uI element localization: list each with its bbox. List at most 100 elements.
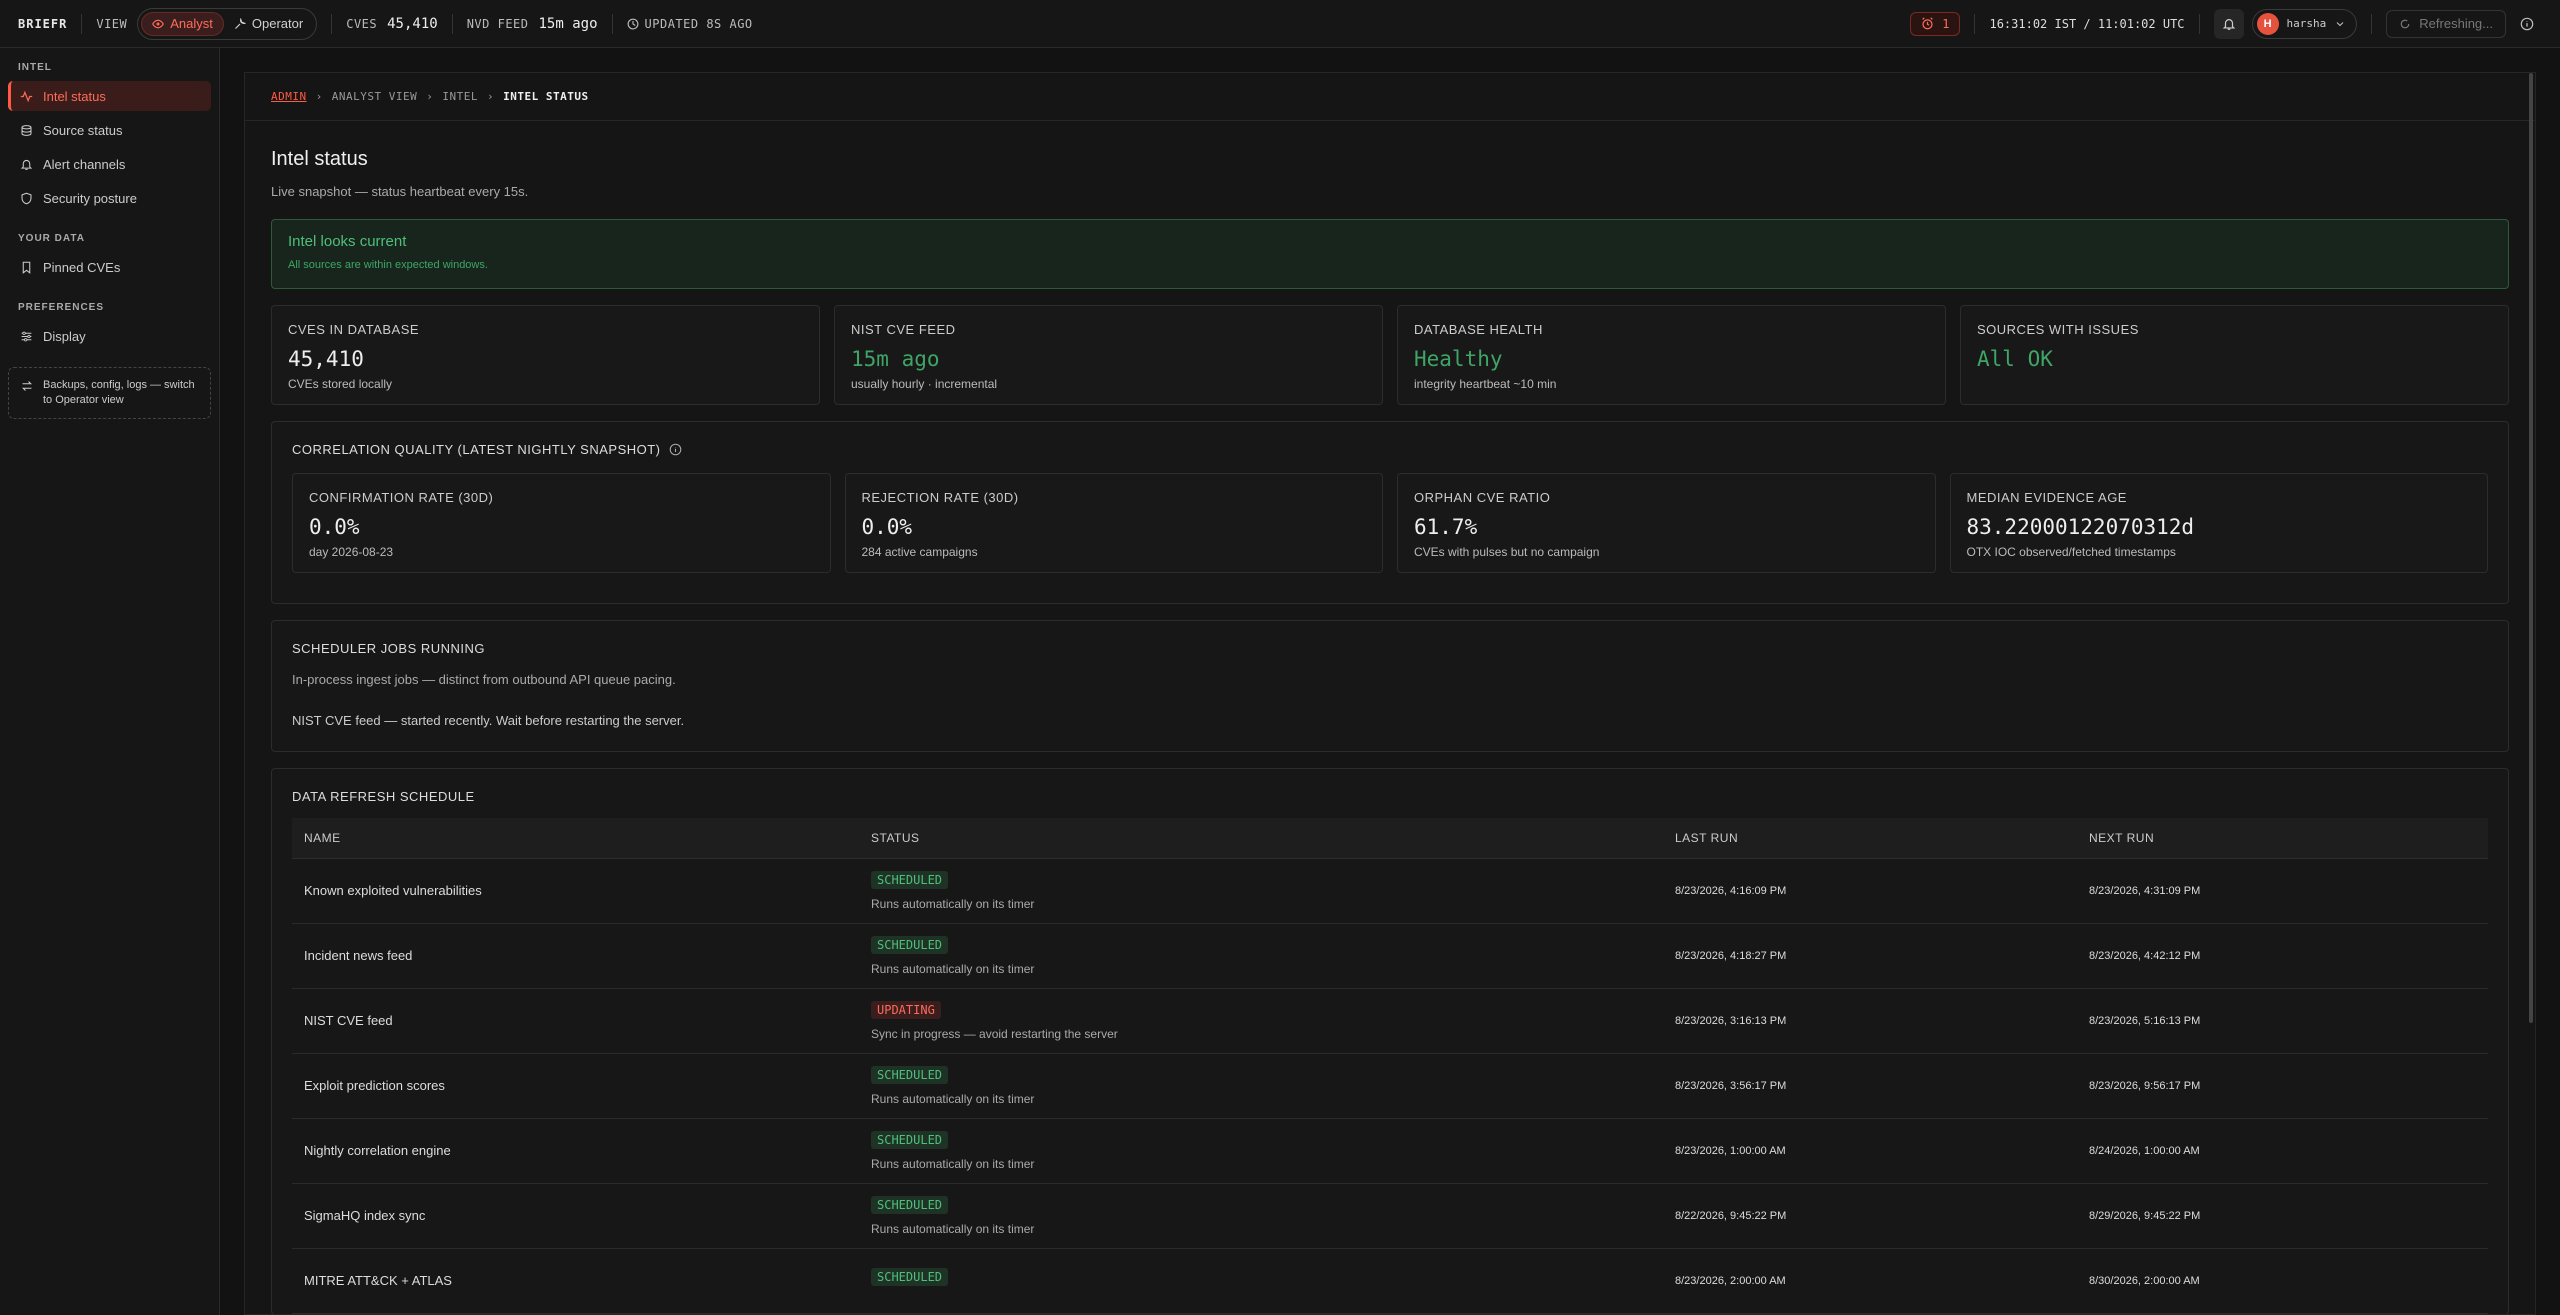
hint-text: Backups, config, logs — switch to Operat… <box>43 379 195 406</box>
correlation-title: CORRELATION QUALITY (LATEST NIGHTLY SNAP… <box>292 442 661 457</box>
scrollbar[interactable] <box>2529 73 2533 1023</box>
refresh-label: Refreshing... <box>2419 16 2493 31</box>
table-row[interactable]: MITRE ATT&CK + ATLAS SCHEDULED 8/23/2026… <box>292 1248 2488 1314</box>
eye-icon <box>152 19 165 28</box>
divider <box>2371 13 2373 34</box>
job-name: Nightly correlation engine <box>292 1118 859 1184</box>
page-subtitle: Live snapshot — status heartbeat every 1… <box>271 184 529 199</box>
status-badge: SCHEDULED <box>871 870 949 889</box>
card-value: 61.7% <box>1414 515 1478 539</box>
sidebar-item-source-status[interactable]: Source status <box>8 115 211 145</box>
alerts-button[interactable]: 1 <box>1910 11 1961 36</box>
nvd-stat: NVD FEED 15m ago <box>467 16 598 32</box>
sidebar-item-label: Security posture <box>43 190 137 206</box>
next-run: 8/29/2026, 9:45:22 PM <box>2077 1183 2488 1249</box>
job-status-cell: SCHEDULED Runs automatically on its timer <box>859 1053 1663 1119</box>
last-run: 8/23/2026, 4:16:09 PM <box>1663 858 2077 924</box>
operator-view-hint[interactable]: Backups, config, logs — switch to Operat… <box>8 367 211 419</box>
status-note: Runs automatically on its timer <box>871 896 1035 911</box>
card-value: 15m ago <box>851 347 940 371</box>
cves-value: 45,410 <box>387 15 438 32</box>
info-button[interactable] <box>2512 9 2542 39</box>
job-status-cell: SCHEDULED Runs automatically on its timer <box>859 1118 1663 1184</box>
username: harsha <box>2286 17 2327 30</box>
operator-view-button[interactable]: Operator <box>224 12 313 36</box>
sidebar-section-title: PREFERENCES <box>18 302 105 313</box>
next-run: 8/23/2026, 5:16:13 PM <box>2077 988 2488 1054</box>
job-name: Incident news feed <box>292 923 859 989</box>
sidebar-item-pinned-cves[interactable]: Pinned CVEs <box>8 252 211 282</box>
next-run: 8/23/2026, 4:31:09 PM <box>2077 858 2488 924</box>
last-run: 8/23/2026, 3:16:13 PM <box>1663 988 2077 1054</box>
table-row[interactable]: Nightly correlation engine SCHEDULED Runs… <box>292 1118 2488 1184</box>
breadcrumb-admin[interactable]: ADMIN <box>271 90 307 103</box>
sidebar-item-intel-status[interactable]: Intel status <box>8 81 211 111</box>
clock-readout: 16:31:02 IST / 11:01:02 UTC <box>1989 16 2185 31</box>
nvd-value: 15m ago <box>538 15 598 32</box>
analyst-view-button[interactable]: Analyst <box>141 11 224 36</box>
table-row[interactable]: SigmaHQ index sync SCHEDULED Runs automat… <box>292 1183 2488 1249</box>
sidebar-item-label: Display <box>43 328 86 344</box>
notifications-button[interactable] <box>2213 8 2244 39</box>
table-row[interactable]: Incident news feed SCHEDULED Runs automat… <box>292 923 2488 989</box>
card-value: 0.0% <box>309 515 360 539</box>
card-value: 83.22000122070312d <box>1966 515 2195 539</box>
card-subtext: day 2026-08-23 <box>309 545 394 559</box>
card-value: 45,410 <box>288 347 364 371</box>
sidebar-item-label: Source status <box>43 122 123 138</box>
column-header-name[interactable]: NAME <box>292 818 859 859</box>
next-run: 8/23/2026, 9:56:17 PM <box>2077 1053 2488 1119</box>
panel-title: DATA REFRESH SCHEDULE <box>292 789 475 804</box>
correlation-card-confirmation: CONFIRMATION RATE (30D) 0.0% day 2026-08… <box>292 473 831 573</box>
scheduler-description: In-process ingest jobs — distinct from o… <box>292 672 676 687</box>
refresh-button[interactable]: Refreshing... <box>2386 9 2506 38</box>
status-note: Runs automatically on its timer <box>871 1091 1035 1106</box>
table-row[interactable]: NIST CVE feed UPDATING Sync in progress —… <box>292 988 2488 1054</box>
banner-title: Intel looks current <box>288 233 407 250</box>
sidebar-item-display[interactable]: Display <box>8 321 211 351</box>
divider <box>1974 13 1976 34</box>
breadcrumb: ADMIN › ANALYST VIEW › INTEL › INTEL STA… <box>245 73 2535 121</box>
correlation-quality-panel: CORRELATION QUALITY (LATEST NIGHTLY SNAP… <box>271 421 2509 604</box>
sidebar-item-security-posture[interactable]: Security posture <box>8 183 211 213</box>
alert-count: 1 <box>1942 16 1950 31</box>
summary-card-db-health: DATABASE HEALTH Healthy integrity heartb… <box>1397 305 1946 405</box>
sidebar-item-alert-channels[interactable]: Alert channels <box>8 149 211 179</box>
divider <box>2198 13 2200 34</box>
wrench-icon <box>234 17 246 29</box>
table-row[interactable]: Exploit prediction scores SCHEDULED Runs … <box>292 1053 2488 1119</box>
table-row[interactable]: Known exploited vulnerabilities SCHEDULE… <box>292 858 2488 924</box>
column-header-status[interactable]: STATUS <box>859 818 1663 859</box>
status-badge: SCHEDULED <box>871 1195 949 1214</box>
job-status-cell: SCHEDULED Runs automatically on its timer <box>859 923 1663 989</box>
next-run: 8/30/2026, 2:00:00 AM <box>2077 1248 2488 1314</box>
status-note: Runs automatically on its timer <box>871 1221 1035 1236</box>
card-subtext: usually hourly · incremental <box>851 377 998 391</box>
top-bar: BRIEFR VIEW Analyst Operator CVES 45,410… <box>0 0 2560 48</box>
scheduler-note: NIST CVE feed — started recently. Wait b… <box>292 713 685 728</box>
card-label: CVES IN DATABASE <box>288 322 420 337</box>
status-note: Runs automatically on its timer <box>871 1156 1035 1171</box>
job-status-cell: SCHEDULED <box>859 1248 1663 1314</box>
breadcrumb-intel: INTEL <box>442 90 478 103</box>
operator-label: Operator <box>251 16 304 31</box>
user-menu-button[interactable]: H harsha <box>2251 8 2358 39</box>
status-note: Runs automatically on its timer <box>871 961 1035 976</box>
sidebar-section-title: YOUR DATA <box>18 233 85 244</box>
card-label: SOURCES WITH ISSUES <box>1977 322 2139 337</box>
correlation-card-rejection: REJECTION RATE (30D) 0.0% 284 active cam… <box>844 473 1383 573</box>
summary-card-nist-feed: NIST CVE FEED 15m ago usually hourly · i… <box>834 305 1383 405</box>
status-badge: SCHEDULED <box>871 1130 949 1149</box>
column-header-last-run[interactable]: LAST RUN <box>1663 818 2077 859</box>
divider <box>611 13 613 34</box>
updated-stat: UPDATED 8S AGO <box>627 17 753 31</box>
scheduler-jobs-panel: SCHEDULER JOBS RUNNING In-process ingest… <box>271 620 2509 752</box>
main-content: ADMIN › ANALYST VIEW › INTEL › INTEL STA… <box>244 72 2536 1315</box>
summary-card-cves: CVES IN DATABASE 45,410 CVEs stored loca… <box>271 305 820 405</box>
brand-logo[interactable]: BRIEFR <box>18 17 67 31</box>
divider <box>331 13 333 34</box>
column-header-next-run[interactable]: NEXT RUN <box>2077 818 2488 859</box>
summary-card-source-issues: SOURCES WITH ISSUES All OK <box>1960 305 2509 405</box>
info-icon[interactable] <box>669 443 682 456</box>
status-note: Sync in progress — avoid restarting the … <box>871 1026 1118 1041</box>
